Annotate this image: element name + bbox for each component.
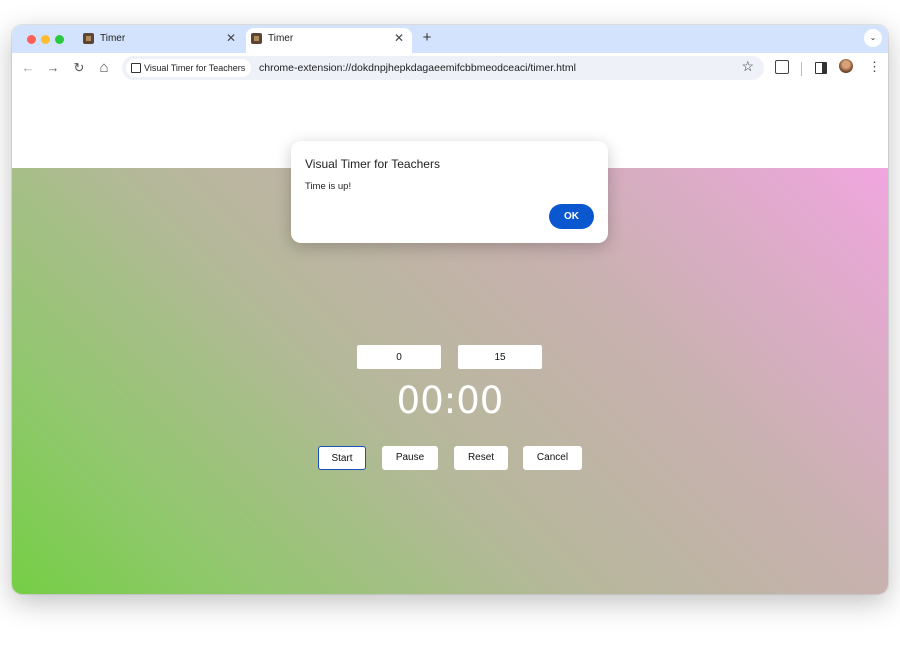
- address-bar[interactable]: Visual Timer for Teachers chrome-extensi…: [122, 56, 764, 80]
- pause-button[interactable]: Pause: [382, 446, 438, 470]
- side-panel-icon[interactable]: [815, 62, 827, 74]
- tab-title: Timer: [100, 33, 126, 44]
- tab-strip: Timer ✕ Timer ✕ + ⌄: [12, 25, 888, 53]
- close-tab-icon[interactable]: ✕: [394, 31, 404, 45]
- browser-window: Timer ✕ Timer ✕ + ⌄ ← → ↻ ⌂ Visual Timer…: [12, 25, 888, 594]
- timer-favicon-icon: [83, 33, 94, 44]
- forward-arrow-icon[interactable]: →: [44, 59, 62, 77]
- site-chip-label: Visual Timer for Teachers: [144, 63, 246, 73]
- new-tab-button[interactable]: +: [418, 29, 436, 46]
- url-text[interactable]: chrome-extension://dokdnpjhepkdagaeemifc…: [259, 56, 576, 80]
- browser-menu-icon[interactable]: ⋮: [868, 59, 881, 75]
- close-window-button[interactable]: [27, 35, 36, 44]
- cancel-button[interactable]: Cancel: [523, 446, 582, 470]
- toolbar-divider: [801, 62, 802, 76]
- minimize-window-button[interactable]: [41, 35, 50, 44]
- ok-button[interactable]: OK: [549, 204, 594, 229]
- countdown-display: 00:00: [396, 379, 504, 422]
- dialog-title: Visual Timer for Teachers: [305, 157, 440, 171]
- start-button[interactable]: Start: [318, 446, 366, 470]
- reload-icon[interactable]: ↻: [70, 59, 88, 77]
- extensions-puzzle-icon[interactable]: [775, 60, 789, 74]
- close-tab-icon[interactable]: ✕: [226, 31, 236, 45]
- extension-puzzle-icon: [131, 63, 141, 73]
- profile-avatar[interactable]: [839, 59, 853, 73]
- dialog-message: Time is up!: [305, 181, 352, 192]
- tab-timer-2[interactable]: Timer ✕: [246, 28, 412, 53]
- minutes-input[interactable]: [357, 345, 441, 369]
- maximize-window-button[interactable]: [55, 35, 64, 44]
- site-info-chip[interactable]: Visual Timer for Teachers: [126, 59, 252, 77]
- browser-toolbar: ← → ↻ ⌂ Visual Timer for Teachers chrome…: [12, 53, 888, 83]
- content-area: 00:00 Start Pause Reset Cancel Visual Ti…: [12, 83, 888, 594]
- seconds-input[interactable]: [458, 345, 542, 369]
- reset-button[interactable]: Reset: [454, 446, 508, 470]
- tab-timer-1[interactable]: Timer ✕: [78, 28, 244, 53]
- tab-title: Timer: [268, 33, 294, 44]
- home-icon[interactable]: ⌂: [95, 59, 113, 77]
- alert-dialog: Visual Timer for Teachers Time is up! OK: [291, 141, 608, 243]
- timer-favicon-icon: [251, 33, 262, 44]
- tab-search-icon[interactable]: ⌄: [864, 29, 882, 47]
- bookmark-star-icon[interactable]: ☆: [741, 58, 754, 75]
- back-arrow-icon[interactable]: ←: [19, 59, 37, 77]
